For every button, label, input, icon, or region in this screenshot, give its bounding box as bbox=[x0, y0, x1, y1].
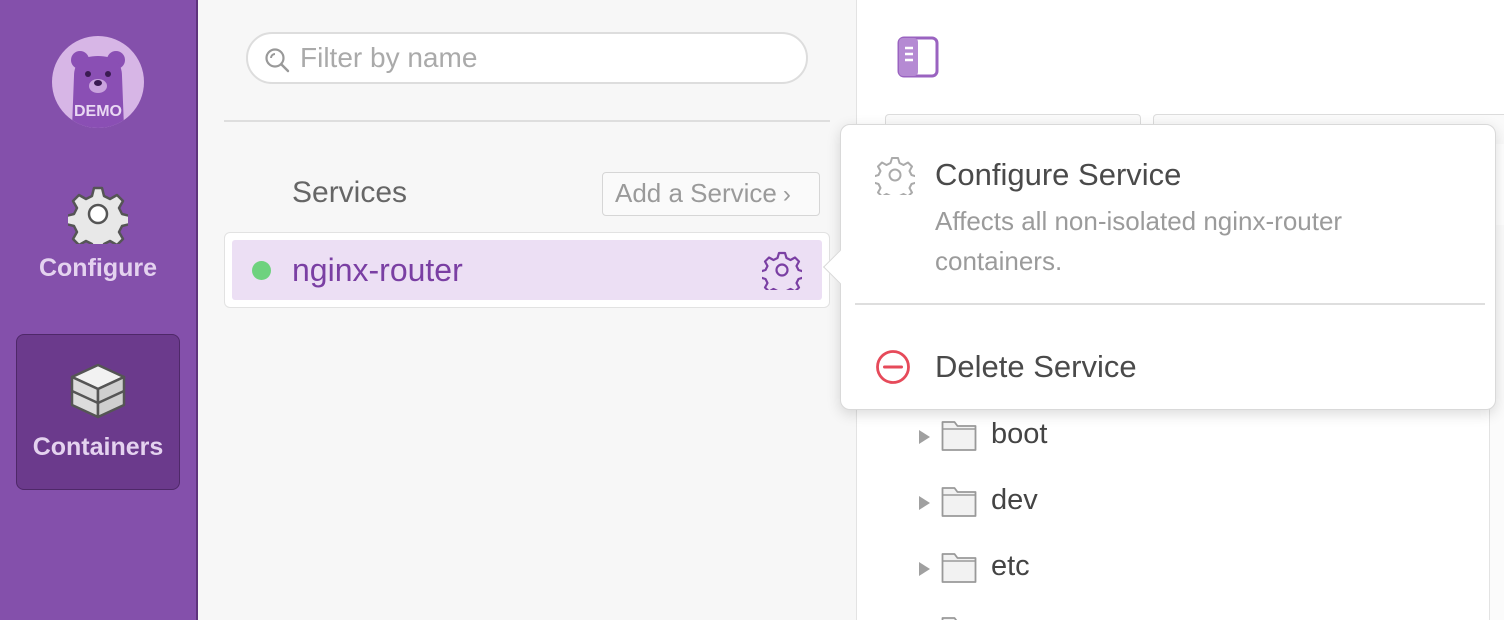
service-name: nginx-router bbox=[292, 252, 463, 288]
add-service-button[interactable]: Add a Service › bbox=[602, 172, 820, 216]
avatar[interactable]: DEMO bbox=[52, 36, 144, 128]
search-icon bbox=[265, 48, 290, 73]
tree-item-label: boot bbox=[991, 418, 1048, 450]
configure-service-description: Affects all non-isolated nginx-router co… bbox=[935, 206, 1343, 276]
folder-icon bbox=[941, 617, 958, 620]
service-item-nginx-router[interactable]: nginx-router bbox=[232, 240, 822, 300]
gear-icon bbox=[875, 157, 915, 195]
configure-service-menu-item[interactable]: Configure Service Affects all non-isolat… bbox=[841, 153, 1495, 303]
app-sidebar: DEMO Configure Containers bbox=[0, 0, 198, 620]
box-icon bbox=[70, 363, 126, 419]
service-options-popover: Configure Service Affects all non-isolat… bbox=[823, 124, 1496, 410]
add-service-label: Add a Service bbox=[615, 178, 777, 208]
expand-arrow-icon[interactable] bbox=[917, 561, 931, 577]
search-input[interactable] bbox=[300, 40, 790, 76]
nav-containers[interactable]: Containers bbox=[16, 334, 180, 490]
delete-service-menu-item[interactable]: Delete Service bbox=[841, 335, 1495, 395]
delete-service-title: Delete Service bbox=[935, 349, 1137, 384]
menu-divider bbox=[855, 303, 1485, 305]
divider bbox=[224, 120, 830, 122]
nav-configure[interactable]: Configure bbox=[16, 170, 180, 326]
avatar-label: DEMO bbox=[74, 103, 122, 120]
status-running-indicator bbox=[252, 261, 271, 280]
gear-icon bbox=[68, 186, 128, 244]
tree-item-label: etc bbox=[991, 550, 1030, 582]
expand-arrow-icon[interactable] bbox=[917, 495, 931, 511]
expand-arrow-icon[interactable] bbox=[917, 429, 931, 445]
tree-item-label: dev bbox=[991, 484, 1038, 516]
search-box[interactable] bbox=[246, 32, 808, 84]
service-settings-gear-icon[interactable] bbox=[762, 250, 802, 290]
service-list: nginx-router bbox=[224, 232, 830, 308]
sidebar-toggle-icon[interactable] bbox=[897, 36, 939, 78]
services-panel: Services Add a Service› nginx-router bbox=[198, 0, 856, 620]
chevron-right-icon: › bbox=[782, 181, 791, 208]
folder-icon bbox=[941, 421, 977, 451]
folder-icon bbox=[941, 487, 977, 517]
configure-service-title: Configure Service bbox=[935, 157, 1182, 192]
folder-icon bbox=[941, 553, 977, 583]
nav-configure-label: Configure bbox=[38, 254, 158, 282]
minus-circle-icon bbox=[876, 350, 910, 384]
bear-icon: DEMO bbox=[71, 51, 125, 128]
nav-containers-label: Containers bbox=[32, 433, 164, 461]
services-heading: Services bbox=[292, 176, 408, 209]
